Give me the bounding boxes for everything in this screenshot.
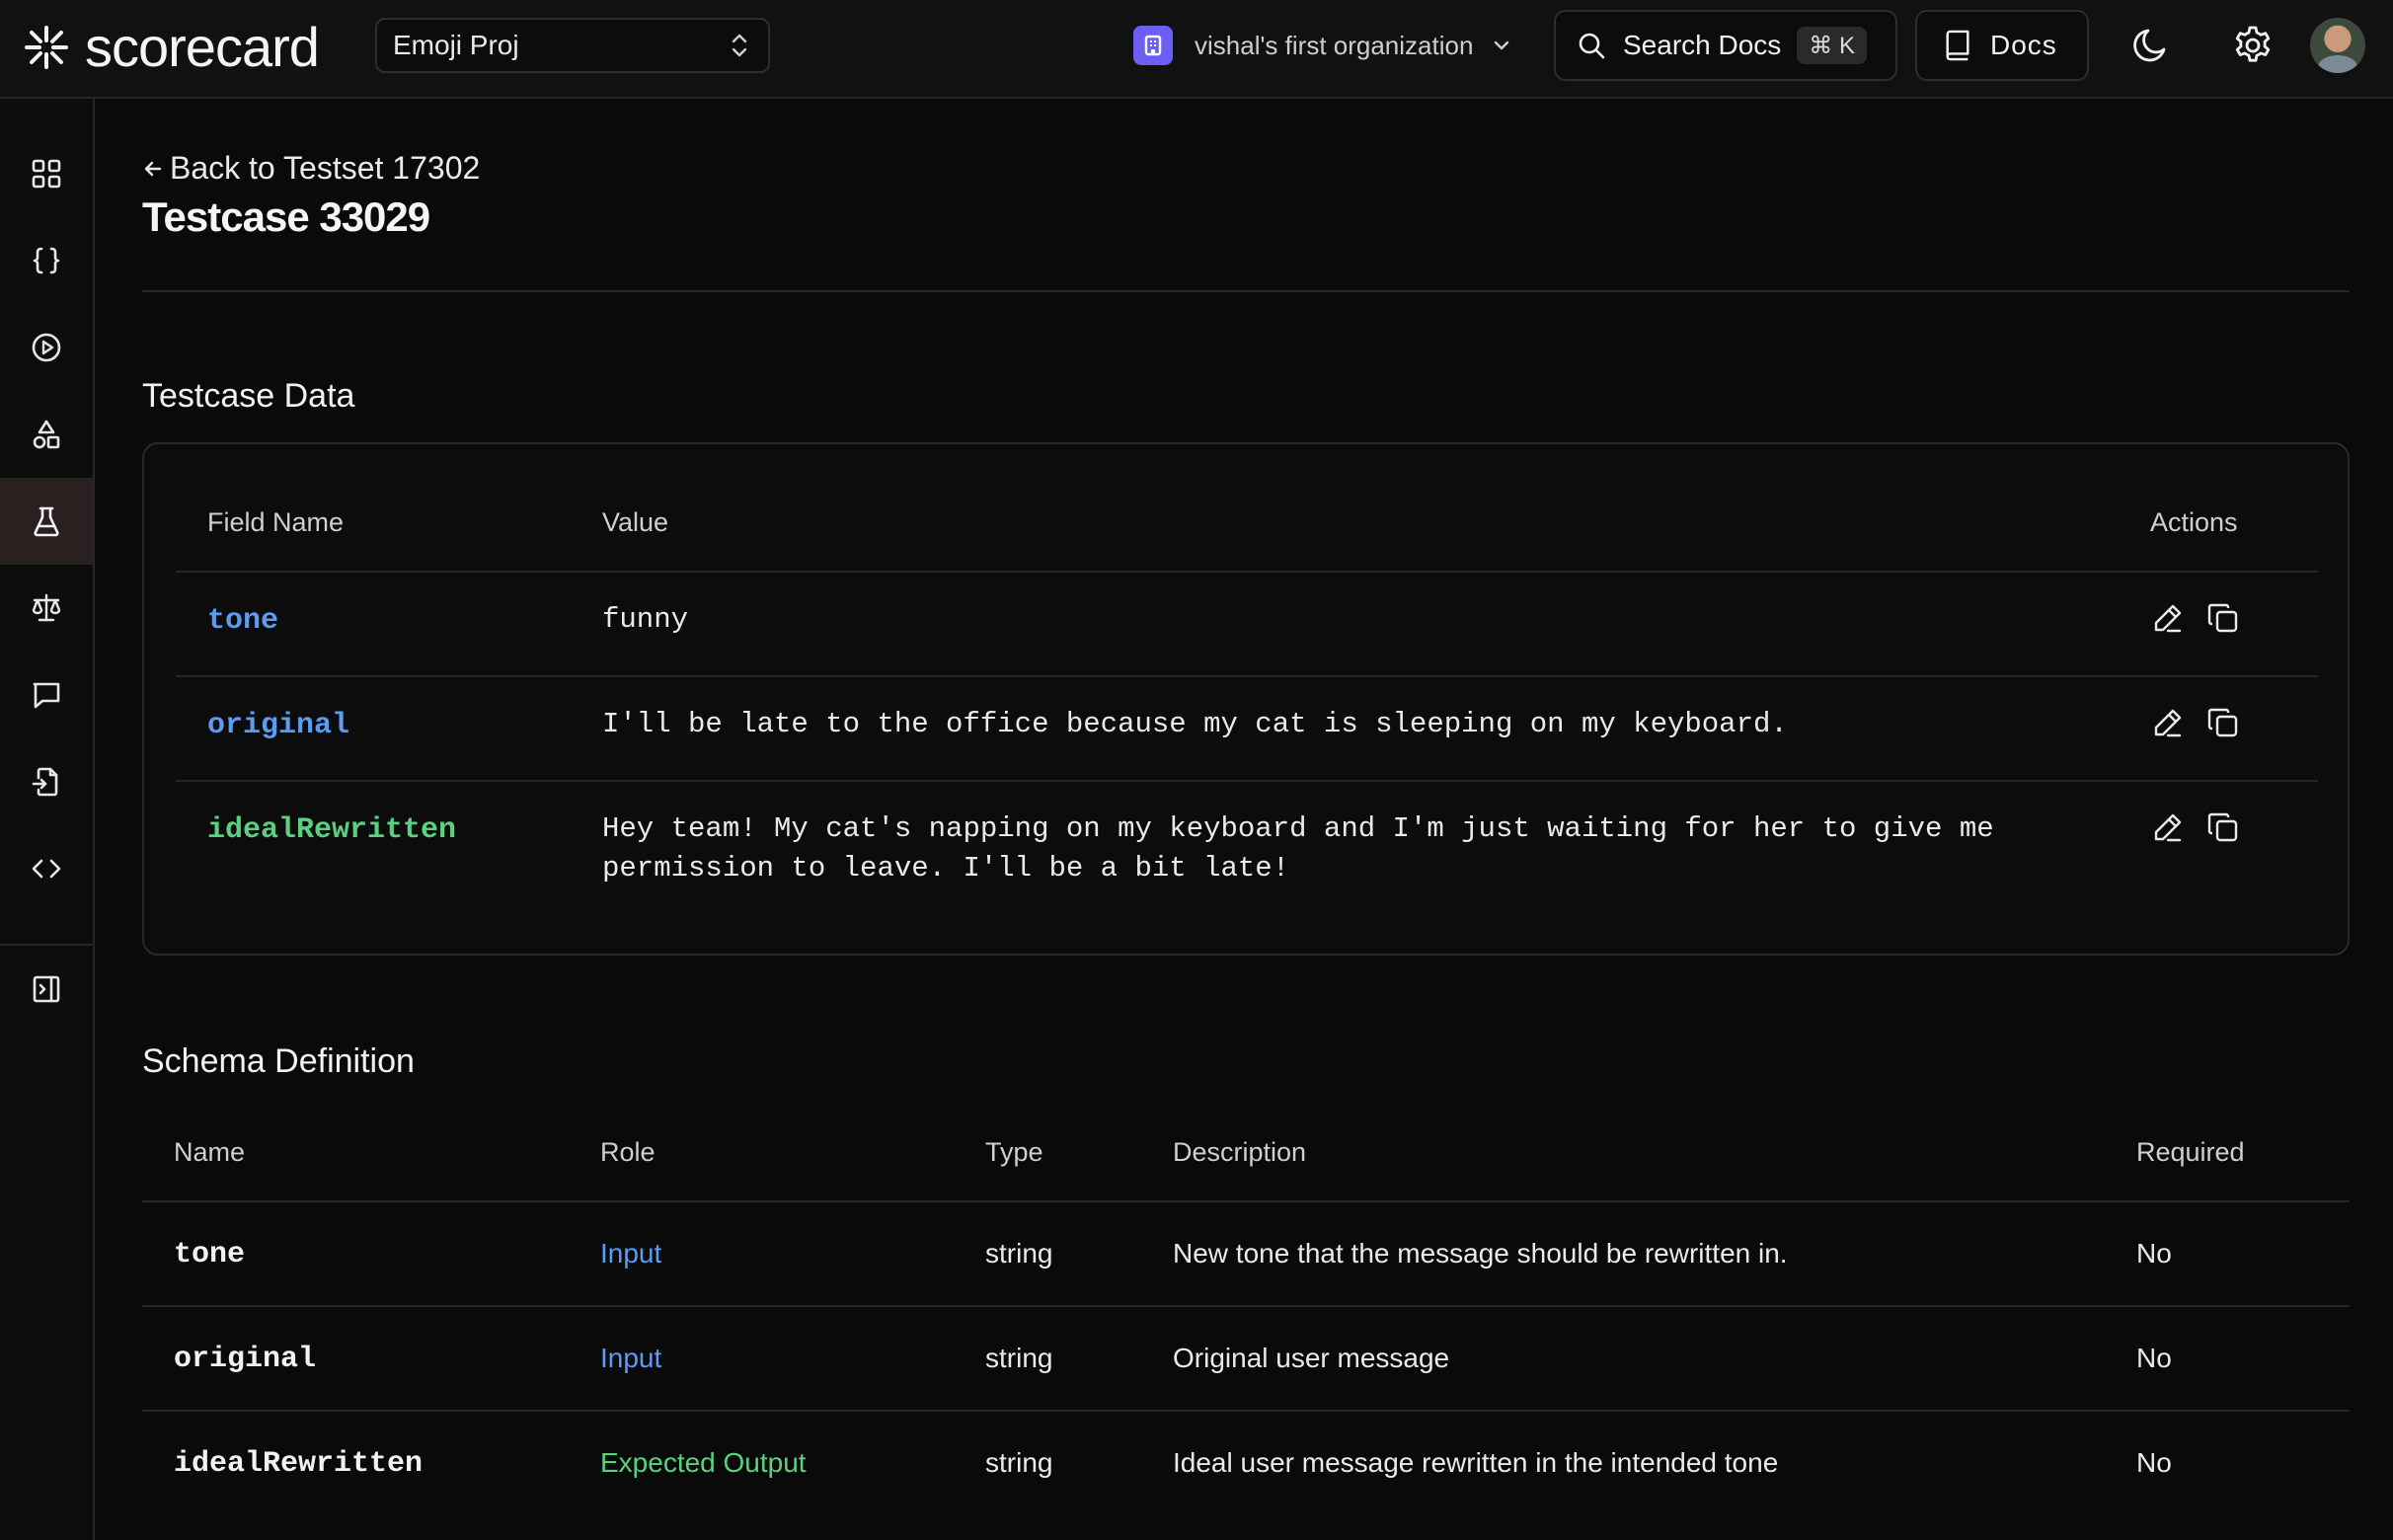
field-name: idealRewritten xyxy=(207,813,457,847)
edit-icon[interactable] xyxy=(2150,600,2186,636)
table-row-divider xyxy=(176,675,2318,677)
brand-logo[interactable]: scorecard xyxy=(24,16,320,78)
column-header-required: Required xyxy=(2136,1137,2245,1167)
schema-definition-title: Schema Definition xyxy=(142,1042,415,1080)
schema-field-name: tone xyxy=(174,1238,246,1271)
schema-field-role: Input xyxy=(600,1238,662,1269)
moon-icon[interactable] xyxy=(2128,24,2172,67)
schema-field-type: string xyxy=(985,1343,1053,1373)
shapes-icon xyxy=(33,420,60,449)
table-row-divider xyxy=(176,571,2318,573)
table-row-divider xyxy=(142,1200,2350,1202)
sidebar-item-dashboard[interactable] xyxy=(0,130,93,217)
search-docs-label: Search Docs xyxy=(1623,30,1782,60)
sidebar-item-feedback[interactable] xyxy=(0,652,93,738)
schema-field-type: string xyxy=(985,1447,1053,1478)
sidebar-item-metrics[interactable] xyxy=(0,391,93,478)
docs-button[interactable]: Docs xyxy=(1915,10,2089,81)
braces-icon xyxy=(33,247,60,274)
code-icon xyxy=(32,859,61,879)
organization-switcher[interactable]: vishal's first organization xyxy=(1133,22,1512,69)
copy-icon[interactable] xyxy=(2205,600,2241,636)
sidebar xyxy=(0,99,95,1540)
schema-field-description: Ideal user message rewritten in the inte… xyxy=(1173,1447,1779,1478)
sidebar-item-testsets[interactable] xyxy=(0,478,93,565)
sidebar-item-runs[interactable] xyxy=(0,304,93,391)
schema-field-description: New tone that the message should be rewr… xyxy=(1173,1238,1788,1269)
message-icon xyxy=(33,682,60,709)
play-circle-icon xyxy=(32,333,61,362)
organization-name: vishal's first organization xyxy=(1195,30,1474,60)
schema-field-name: idealRewritten xyxy=(174,1447,424,1481)
grid-icon xyxy=(32,159,61,189)
schema-field-role: Input xyxy=(600,1343,662,1373)
edit-icon[interactable] xyxy=(2150,809,2186,845)
book-icon xyxy=(1946,30,1969,61)
back-link-label: Back to Testset 17302 xyxy=(170,150,481,186)
schema-field-required: No xyxy=(2136,1447,2172,1478)
copy-icon[interactable] xyxy=(2205,705,2241,740)
chevron-down-icon xyxy=(1495,40,1509,50)
table-row-divider xyxy=(142,1305,2350,1307)
flask-icon xyxy=(34,506,59,537)
keyboard-shortcut-badge: ⌘ K xyxy=(1797,27,1867,64)
brand-name: scorecard xyxy=(85,16,320,78)
search-icon xyxy=(1579,33,1605,59)
page-title: Testcase 33029 xyxy=(142,193,430,240)
sidebar-item-comparisons[interactable] xyxy=(0,565,93,652)
gear-icon[interactable] xyxy=(2231,24,2275,67)
testcase-data-table: Field Name Value Actions tone funny orig… xyxy=(142,442,2350,956)
copy-icon[interactable] xyxy=(2205,809,2241,845)
column-header-actions: Actions xyxy=(2150,507,2238,537)
field-name: original xyxy=(207,709,350,742)
testcase-data-title: Testcase Data xyxy=(142,377,355,415)
organization-icon xyxy=(1133,26,1173,65)
field-value: funny xyxy=(602,603,689,636)
header-divider xyxy=(142,290,2350,292)
schema-field-name: original xyxy=(174,1343,317,1376)
schema-field-required: No xyxy=(2136,1343,2172,1373)
schema-field-role: Expected Output xyxy=(600,1447,807,1478)
panel-toggle-icon xyxy=(33,975,60,1003)
back-to-testset-link[interactable]: Back to Testset 17302 xyxy=(142,150,480,187)
arrow-left-icon xyxy=(144,161,162,176)
table-row-divider xyxy=(176,780,2318,782)
field-value: Hey team! My cat's napping on my keyboar… xyxy=(602,812,1994,885)
column-header-type: Type xyxy=(985,1137,1043,1167)
search-docs-button[interactable]: Search Docs ⌘ K xyxy=(1554,10,1897,81)
sidebar-item-api[interactable] xyxy=(0,825,93,912)
sidebar-collapse-toggle[interactable] xyxy=(0,946,93,1033)
scorecard-logo-icon xyxy=(25,26,68,69)
sidebar-item-schemas[interactable] xyxy=(0,217,93,304)
column-header-name: Name xyxy=(174,1137,246,1167)
file-export-icon xyxy=(32,767,58,797)
schema-field-required: No xyxy=(2136,1238,2172,1269)
table-row-divider xyxy=(142,1410,2350,1412)
user-avatar[interactable] xyxy=(2310,18,2365,73)
column-header-description: Description xyxy=(1173,1137,1307,1167)
scale-icon xyxy=(32,593,61,622)
field-value: I'll be late to the office because my ca… xyxy=(602,708,1788,740)
project-select-label: Emoji Proj xyxy=(393,30,519,60)
column-header-role: Role xyxy=(600,1137,656,1167)
project-select[interactable]: Emoji Proj xyxy=(375,18,770,73)
schema-field-description: Original user message xyxy=(1173,1343,1450,1373)
sidebar-item-exports[interactable] xyxy=(0,738,93,825)
column-header-value: Value xyxy=(602,507,669,537)
column-header-field-name: Field Name xyxy=(207,507,345,537)
docs-label: Docs xyxy=(1990,30,2057,60)
schema-field-type: string xyxy=(985,1238,1053,1269)
chevron-up-down-icon xyxy=(732,34,747,57)
edit-icon[interactable] xyxy=(2150,705,2186,740)
top-bar: scorecard Emoji Proj vishal's first orga… xyxy=(0,0,2393,99)
field-name: tone xyxy=(207,604,279,638)
